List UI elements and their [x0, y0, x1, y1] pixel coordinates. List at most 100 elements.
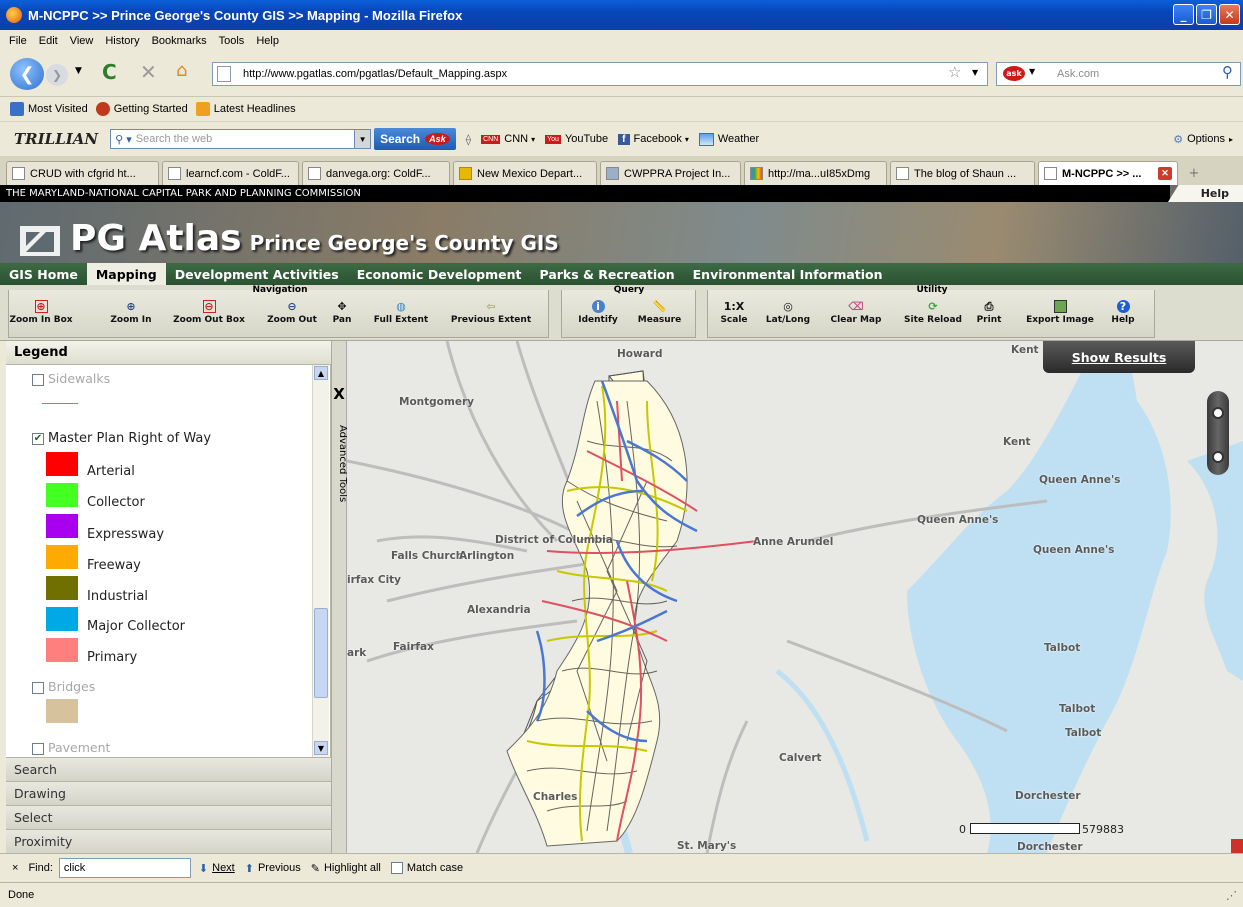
lat-long-button[interactable]: ◎ Lat/Long — [762, 300, 814, 325]
home-icon[interactable]: ⌂ — [176, 60, 187, 81]
export-image-button[interactable]: Export Image — [1018, 300, 1102, 325]
scroll-up-icon[interactable]: ▲ — [314, 366, 328, 380]
layer-bridges[interactable]: Bridges — [32, 679, 95, 694]
history-dropdown-icon[interactable]: ▼ — [75, 66, 82, 76]
menu-help[interactable]: Help — [256, 35, 279, 47]
accordion-select[interactable]: Select — [6, 805, 331, 829]
full-extent-button[interactable]: ◍ Full Extent — [368, 300, 434, 325]
close-panel-icon[interactable]: X — [332, 385, 346, 403]
url-bar[interactable]: http://www.pgatlas.com/pgatlas/Default_M… — [212, 62, 988, 86]
weather-button[interactable]: Weather — [698, 132, 759, 146]
highlight-all-button[interactable]: ✎ Highlight all — [311, 862, 381, 875]
tab-google-maps[interactable]: http://ma...uI85xDmg — [744, 161, 887, 185]
menu-file[interactable]: File — [9, 35, 27, 47]
tab-danvega[interactable]: danvega.org: ColdF... — [302, 161, 450, 185]
zoom-slider-bottom-handle[interactable] — [1212, 451, 1224, 463]
zoom-slider[interactable] — [1207, 391, 1229, 475]
layer-master-plan-row[interactable]: ✔ Master Plan Right of Way — [32, 431, 211, 446]
scroll-thumb[interactable] — [314, 608, 328, 698]
find-next-button[interactable]: ⬇ Next — [199, 862, 235, 875]
restore-button[interactable]: ❐ — [1196, 4, 1217, 25]
accordion-search[interactable]: Search — [6, 757, 331, 781]
identify-button[interactable]: i Identify — [573, 300, 623, 325]
youtube-button[interactable]: You YouTube — [545, 133, 608, 145]
help-button[interactable]: ? Help — [1108, 300, 1138, 325]
show-results-button[interactable]: Show Results — [1043, 341, 1195, 373]
scroll-down-icon[interactable]: ▼ — [314, 741, 328, 755]
pan-button[interactable]: ✥ Pan — [330, 300, 354, 325]
close-tab-icon[interactable]: ✕ — [1158, 167, 1172, 180]
accordion-proximity[interactable]: Proximity — [6, 829, 331, 853]
tab-new-mexico[interactable]: New Mexico Depart... — [453, 161, 597, 185]
nav-gis-home[interactable]: GIS Home — [0, 263, 87, 285]
advanced-tools-label[interactable]: Advanced Tools — [334, 425, 348, 502]
new-tab-button[interactable]: + — [1183, 161, 1205, 185]
ask-engine-icon[interactable]: ask — [1003, 66, 1025, 81]
nav-parks-recreation[interactable]: Parks & Recreation — [531, 263, 684, 285]
close-button[interactable]: ✕ — [1219, 4, 1240, 25]
bookmark-most-visited[interactable]: Most Visited — [10, 102, 88, 116]
bridges-checkbox[interactable] — [32, 681, 44, 694]
find-input[interactable]: click — [58, 858, 191, 878]
nav-economic-development[interactable]: Economic Development — [348, 263, 531, 285]
trillian-options-button[interactable]: ⚙ Options ▸ — [1173, 133, 1233, 146]
cnn-button[interactable]: CNN CNN ▾ — [481, 133, 535, 145]
trillian-search-input[interactable]: ⚲ ▾ Search the web — [110, 129, 356, 149]
zoom-slider-top-handle[interactable] — [1212, 407, 1224, 419]
trillian-search-button[interactable]: Search Ask — [374, 128, 456, 150]
facebook-button[interactable]: f Facebook ▾ — [618, 133, 689, 145]
tab-m-ncppc[interactable]: M-NCPPC >> ... ✕ — [1038, 161, 1178, 185]
nav-environmental-information[interactable]: Environmental Information — [684, 263, 892, 285]
match-case-box[interactable] — [390, 862, 403, 874]
previous-extent-button[interactable]: ⇦ Previous Extent — [445, 300, 537, 325]
site-reload-button[interactable]: ⟳ Site Reload — [898, 300, 968, 325]
bookmark-star-icon[interactable]: ☆ — [948, 63, 961, 81]
menu-bookmarks[interactable]: Bookmarks — [152, 35, 207, 47]
menu-edit[interactable]: Edit — [39, 35, 58, 47]
clear-map-button[interactable]: ⌫ Clear Map — [826, 300, 886, 325]
url-dropdown-icon[interactable]: ▼ — [972, 68, 978, 77]
site-help-link[interactable]: Help — [1168, 185, 1243, 202]
stop-icon[interactable]: ✕ — [140, 60, 157, 84]
measure-button[interactable]: 📏 Measure — [632, 300, 687, 325]
tab-learncf[interactable]: learncf.com - ColdF... — [162, 161, 299, 185]
map-view[interactable]: Howard Montgomery Kent Kent Queen Anne's… — [347, 341, 1243, 853]
print-button[interactable]: ⎙ Print — [974, 300, 1004, 326]
trillian-search-dropdown[interactable]: ▼ — [355, 129, 372, 149]
bookmark-latest-headlines[interactable]: Latest Headlines — [195, 102, 296, 116]
nav-mapping[interactable]: Mapping — [86, 263, 166, 285]
find-previous-button[interactable]: ⬆ Previous — [245, 862, 301, 875]
tab-blog-shaun[interactable]: The blog of Shaun ... — [890, 161, 1035, 185]
pg-atlas-logo[interactable]: PG Atlas Prince George's County GIS — [70, 218, 559, 259]
nav-development-activities[interactable]: Development Activities — [166, 263, 348, 285]
tab-crud-cfgrid[interactable]: CRUD with cfgrid ht... — [6, 161, 159, 185]
menu-history[interactable]: History — [105, 35, 139, 47]
engine-dropdown-icon[interactable]: ▼ — [1029, 67, 1035, 76]
sidewalks-checkbox[interactable] — [32, 373, 44, 386]
legend-scrollbar[interactable]: ▲ ▼ — [312, 365, 329, 757]
tab-cwppra[interactable]: CWPPRA Project In... — [600, 161, 741, 185]
layer-pavement[interactable]: Pavement — [32, 740, 110, 755]
accordion-drawing[interactable]: Drawing — [6, 781, 331, 805]
master-plan-checkbox[interactable]: ✔ — [32, 432, 44, 445]
forward-button[interactable]: ❯ — [46, 64, 68, 86]
advanced-tools-strip[interactable]: X Advanced Tools — [331, 341, 348, 853]
layer-sidewalks[interactable]: Sidewalks — [32, 371, 110, 386]
menu-tools[interactable]: Tools — [219, 35, 245, 47]
zoom-out-box-button[interactable]: ⊖ Zoom Out Box — [168, 300, 250, 325]
search-icon[interactable]: ⚲ — [1222, 63, 1233, 81]
menu-view[interactable]: View — [70, 35, 94, 47]
zoom-out-button[interactable]: ⊖ Zoom Out — [262, 300, 322, 325]
minimize-button[interactable]: _ — [1173, 4, 1194, 25]
reload-icon[interactable]: C — [102, 60, 117, 84]
zoom-in-button[interactable]: ⊕ Zoom In — [106, 300, 156, 325]
scale-button[interactable]: 1:X Scale — [716, 300, 752, 325]
zoom-in-box-button[interactable]: ⊕ Zoom In Box — [9, 300, 73, 325]
legend-header[interactable]: Legend — [6, 341, 331, 365]
match-case-checkbox[interactable]: Match case — [390, 862, 463, 874]
bookmark-getting-started[interactable]: Getting Started — [95, 102, 188, 116]
back-button[interactable]: ❮ — [10, 58, 44, 90]
close-find-icon[interactable]: × — [12, 862, 18, 874]
pavement-checkbox[interactable] — [32, 742, 44, 755]
resize-grip-icon[interactable]: ⋰ — [1226, 889, 1237, 902]
